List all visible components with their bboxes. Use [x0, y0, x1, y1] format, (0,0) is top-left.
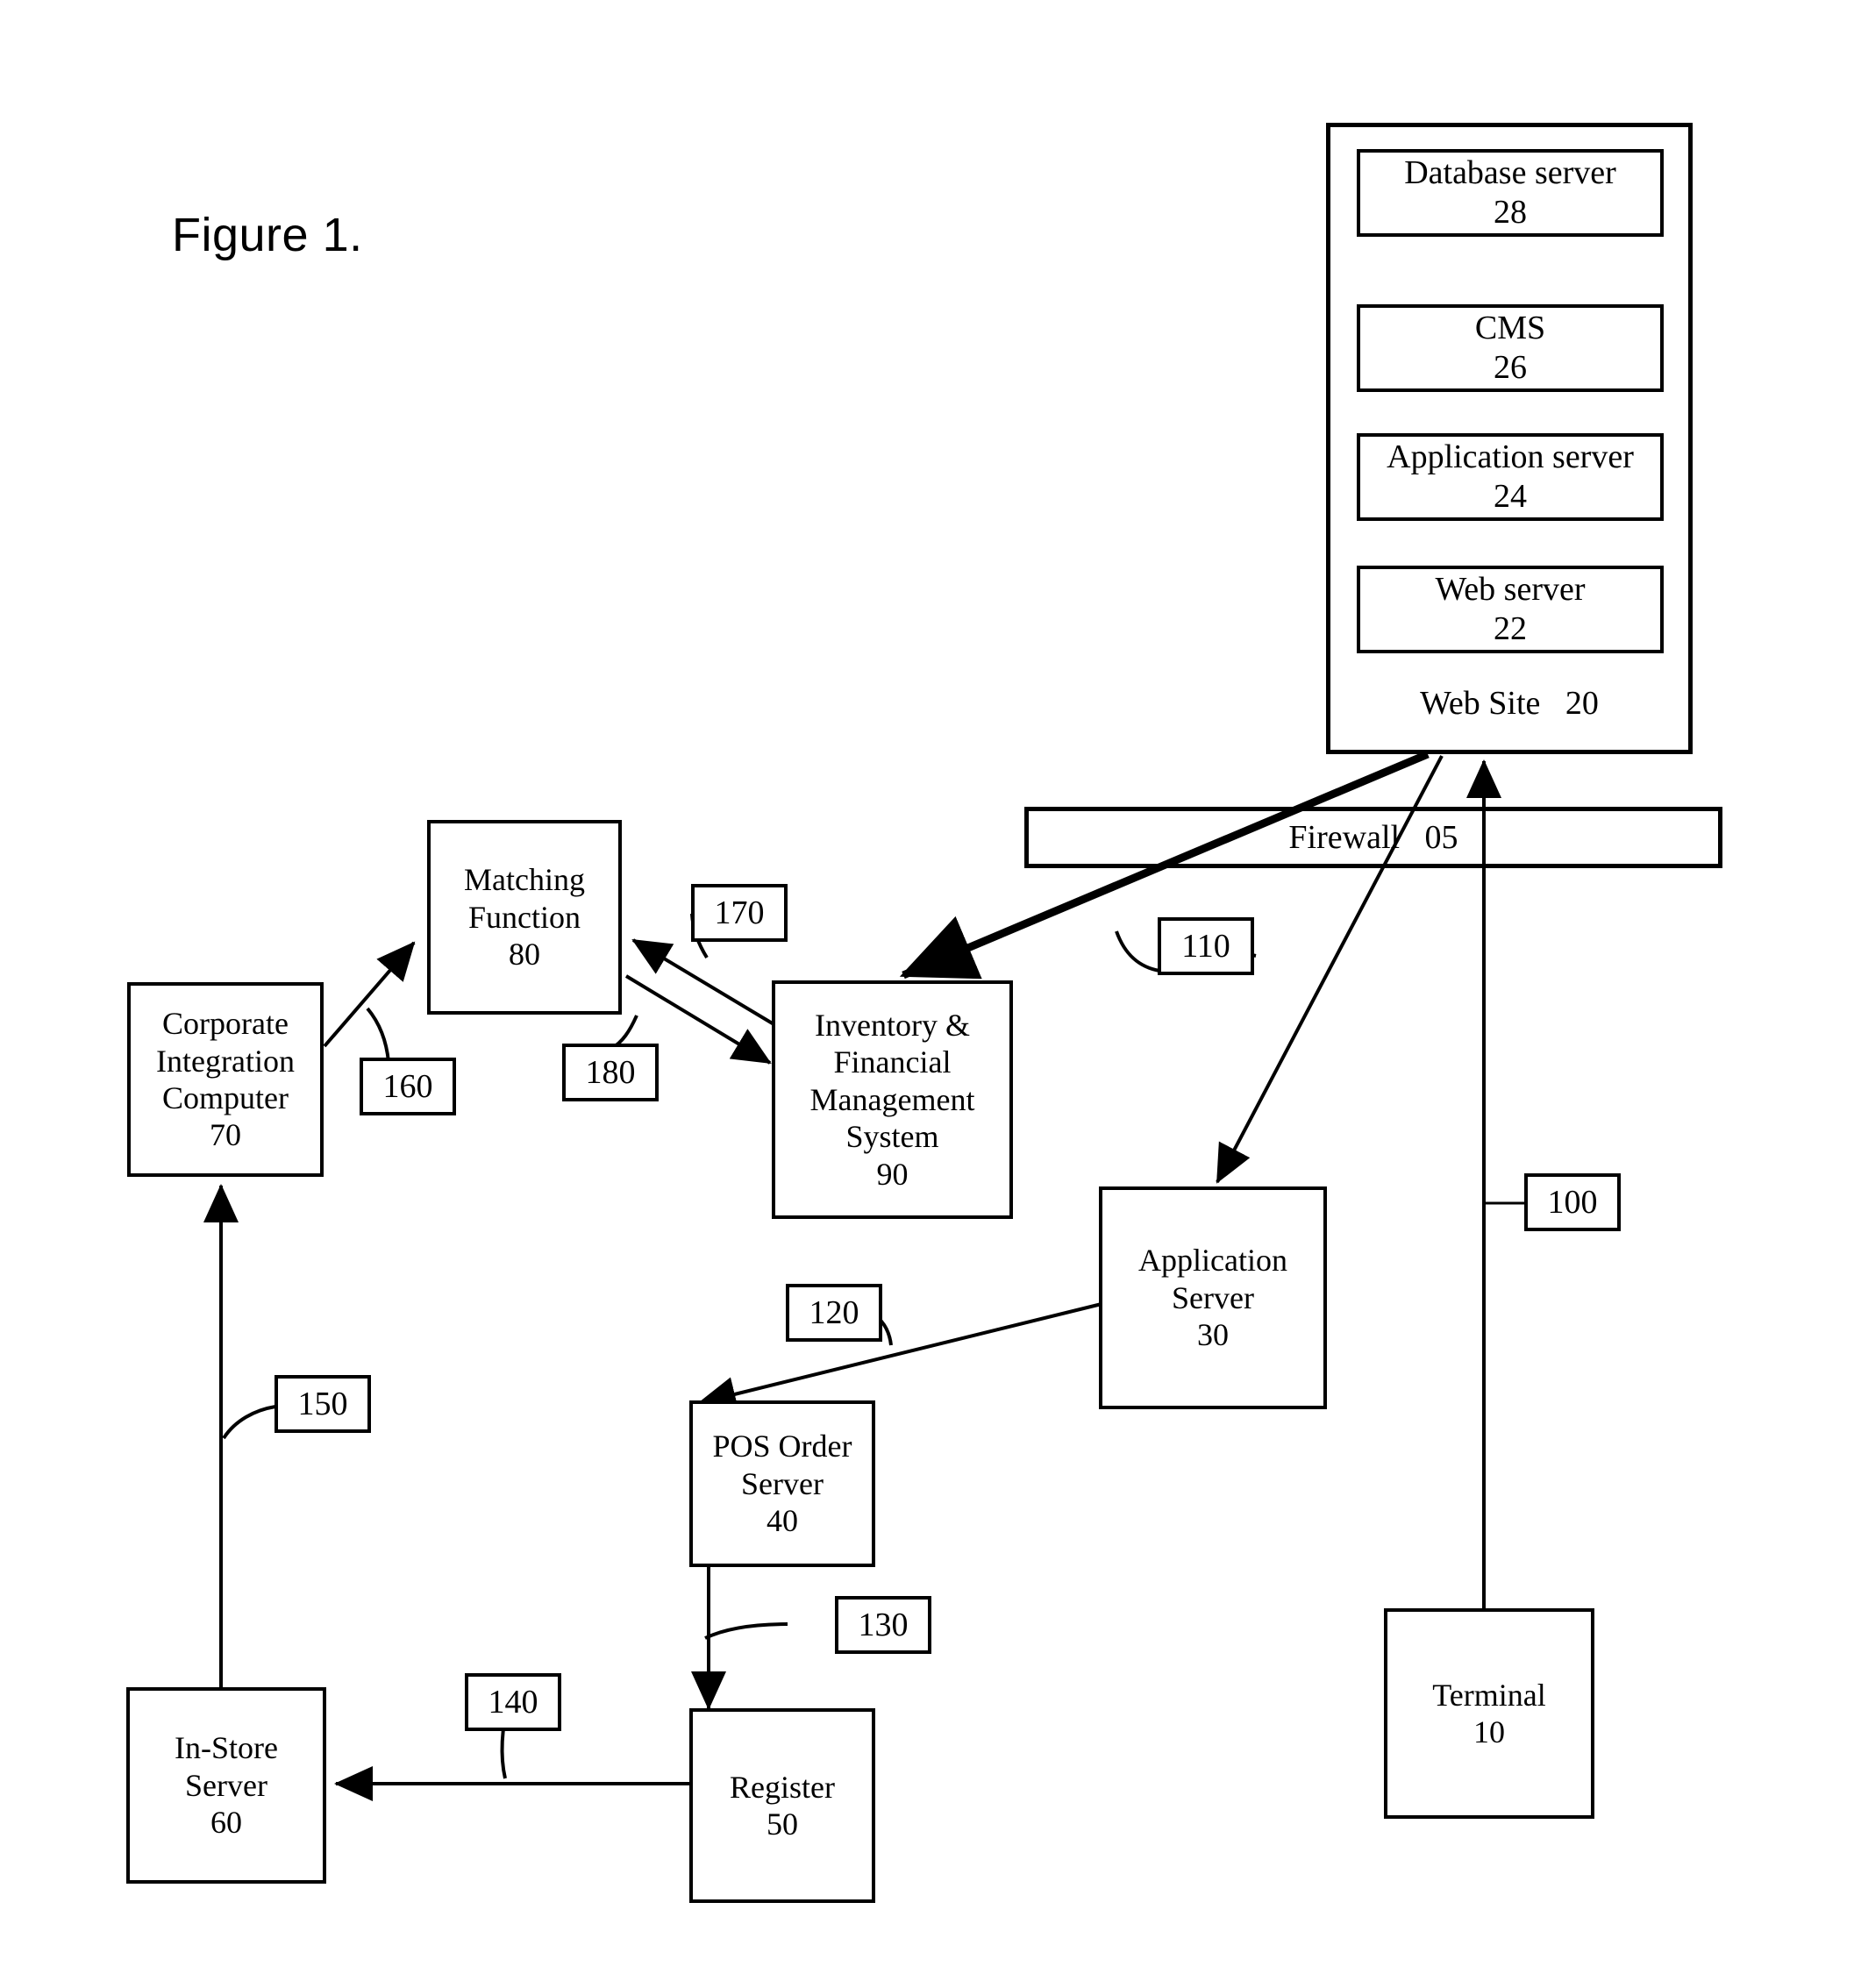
node-number: 30	[1197, 1317, 1229, 1353]
node-terminal[interactable]: Terminal 10	[1384, 1608, 1594, 1819]
node-number: 70	[210, 1117, 241, 1153]
firewall-label: Firewall 05	[1288, 819, 1458, 856]
edge-ifms-to-matching	[631, 938, 777, 1027]
ref-number: 130	[858, 1607, 909, 1643]
ref-number: 150	[297, 1386, 348, 1422]
node-corporate-integration-computer[interactable]: Corporate Integration Computer 70	[127, 982, 324, 1177]
ref-label-110: 110	[1158, 917, 1254, 975]
ref-label-120: 120	[786, 1284, 882, 1342]
ref-number: 170	[714, 894, 765, 931]
ref-label-150: 150	[275, 1375, 371, 1433]
ref-number: 180	[585, 1054, 636, 1091]
node-number: 28	[1494, 194, 1527, 231]
node-number: 40	[767, 1503, 798, 1539]
website-caption: Web Site 20	[1420, 685, 1599, 722]
node-label: In-Store Server	[175, 1730, 278, 1803]
node-number: 22	[1494, 610, 1527, 647]
node-number: 50	[767, 1806, 798, 1842]
ref-label-180: 180	[562, 1044, 659, 1101]
node-matching-function[interactable]: Matching Function 80	[427, 820, 622, 1015]
node-register[interactable]: Register 50	[689, 1708, 875, 1903]
leader-150	[222, 1405, 276, 1440]
node-number: 60	[210, 1805, 242, 1841]
node-in-store-server[interactable]: In-Store Server 60	[126, 1687, 326, 1884]
node-label: Web server	[1435, 571, 1586, 609]
node-label: Inventory & Financial Management System	[809, 1007, 975, 1155]
leader-130	[704, 1622, 788, 1640]
node-label: Matching Function	[464, 862, 585, 935]
node-label: Register	[730, 1769, 835, 1805]
node-web-server-22[interactable]: Web server 22	[1357, 566, 1664, 653]
edge-cic-to-matching	[323, 941, 416, 1048]
node-label: Database server	[1404, 154, 1616, 192]
page-title: Figure 1.	[172, 209, 363, 261]
node-application-server-24[interactable]: Application server 24	[1357, 433, 1664, 521]
node-label: Application server	[1387, 438, 1634, 476]
ref-label-100: 100	[1524, 1173, 1621, 1231]
leader-160	[366, 1007, 390, 1063]
node-number: 26	[1494, 349, 1527, 386]
edge-appserver30-to-pos	[697, 1302, 1102, 1412]
ref-number: 160	[382, 1068, 433, 1105]
ref-number: 100	[1547, 1184, 1598, 1221]
node-label: Application Server	[1138, 1243, 1287, 1315]
ref-number: 140	[488, 1684, 538, 1721]
node-cms[interactable]: CMS 26	[1357, 304, 1664, 392]
ref-number: 110	[1181, 928, 1230, 965]
node-number: 10	[1473, 1714, 1505, 1749]
node-number: 80	[509, 937, 540, 973]
node-inventory-financial-management-system[interactable]: Inventory & Financial Management System …	[772, 980, 1013, 1219]
ref-label-170: 170	[691, 884, 788, 942]
node-number: 90	[876, 1156, 909, 1192]
node-label: Corporate Integration Computer	[156, 1006, 295, 1115]
node-database-server[interactable]: Database server 28	[1357, 149, 1664, 237]
ref-label-160: 160	[360, 1058, 456, 1115]
node-pos-order-server[interactable]: POS Order Server 40	[689, 1400, 875, 1567]
node-application-server-30[interactable]: Application Server 30	[1099, 1186, 1327, 1409]
figure-canvas: Web Site 20 ===== --> Application Server…	[0, 0, 1854, 1988]
node-label: Terminal	[1432, 1677, 1546, 1713]
node-number: 24	[1494, 478, 1527, 515]
ref-label-140: 140	[465, 1673, 561, 1731]
ref-label-130: 130	[835, 1596, 931, 1654]
ref-number: 120	[809, 1294, 859, 1331]
node-label: CMS	[1474, 310, 1546, 347]
node-label: POS Order Server	[712, 1429, 852, 1501]
leader-110-b	[1115, 930, 1160, 973]
